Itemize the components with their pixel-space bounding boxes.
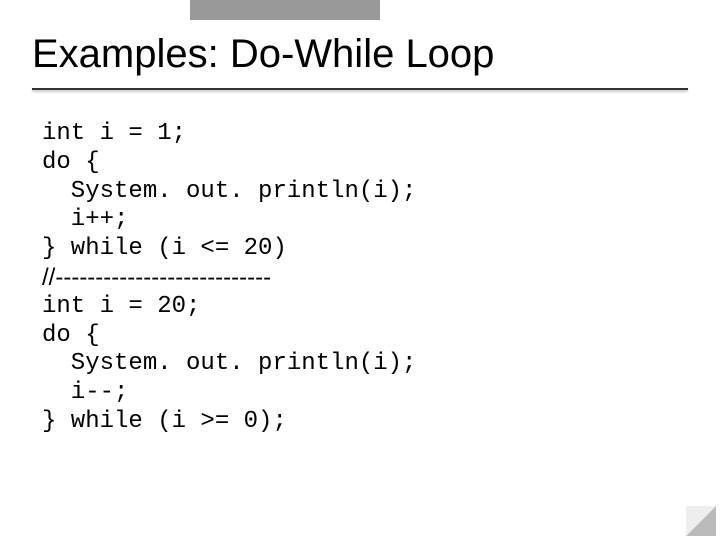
slide-content: int i = 1; do { System. out. println(i);…: [42, 120, 678, 437]
title-underline: [32, 88, 688, 90]
slide-title: Examples: Do-While Loop: [32, 32, 494, 77]
slide: Examples: Do-While Loop int i = 1; do { …: [0, 0, 720, 540]
top-accent-bar: [190, 0, 380, 20]
page-curl-icon: [686, 506, 716, 536]
code-block-2: int i = 20; do { System. out. println(i)…: [42, 293, 678, 437]
section-divider: //---------------------------: [42, 264, 678, 293]
code-block-1: int i = 1; do { System. out. println(i);…: [42, 120, 678, 264]
